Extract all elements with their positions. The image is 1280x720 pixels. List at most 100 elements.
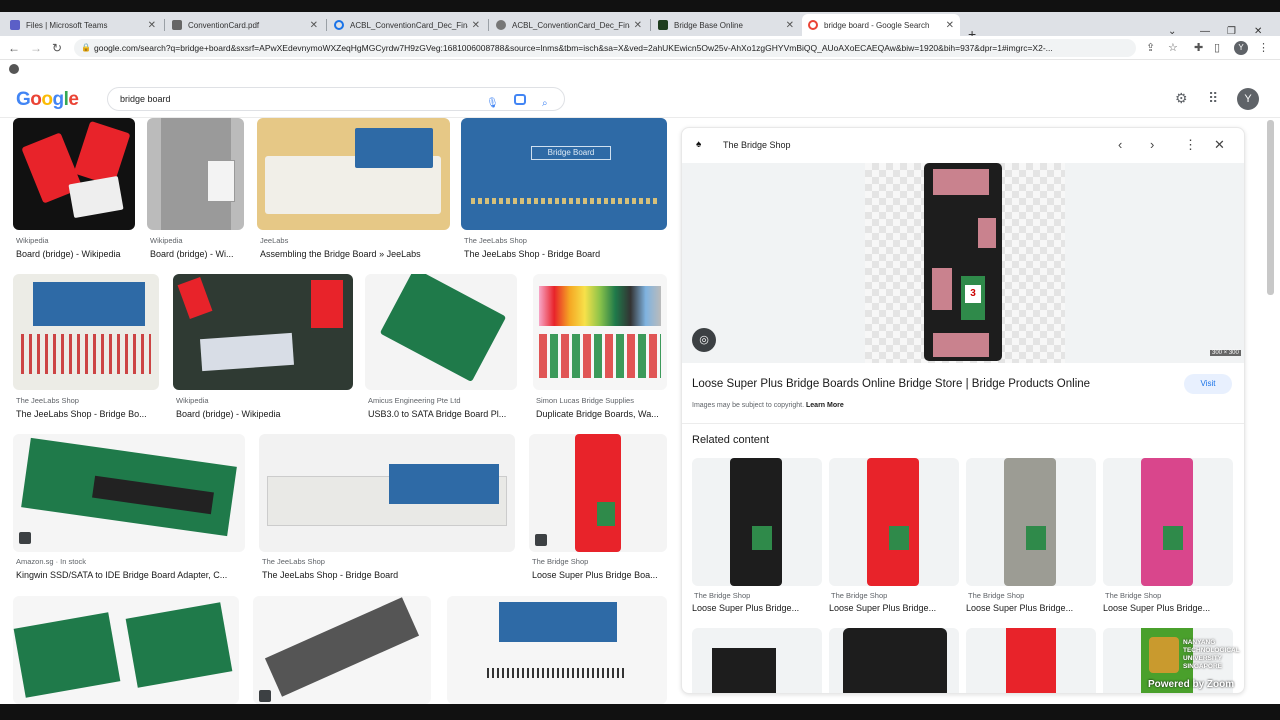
result-card[interactable]: [447, 596, 667, 704]
result-thumbnail[interactable]: [253, 596, 431, 704]
tab-teams[interactable]: Files | Microsoft Teams ✕: [4, 14, 162, 36]
result-thumbnail[interactable]: [447, 596, 667, 704]
close-icon[interactable]: ✕: [310, 20, 318, 31]
result-thumbnail[interactable]: [533, 274, 667, 390]
result-thumbnail[interactable]: [13, 596, 239, 704]
star-icon[interactable]: ☆: [1168, 41, 1178, 54]
close-icon[interactable]: ✕: [786, 20, 794, 31]
result-title[interactable]: USB3.0 to SATA Bridge Board Pl...: [368, 409, 516, 419]
result-title[interactable]: Assembling the Bridge Board » JeeLabs: [260, 249, 450, 259]
result-thumbnail[interactable]: [13, 274, 159, 390]
close-icon[interactable]: ✕: [1214, 137, 1225, 153]
result-thumbnail[interactable]: [13, 118, 135, 230]
result-card[interactable]: The JeeLabs Shop The JeeLabs Shop - Brid…: [259, 434, 515, 584]
related-thumbnail[interactable]: [829, 458, 959, 586]
related-thumbnail[interactable]: [692, 628, 822, 693]
menu-dots-icon[interactable]: ⋮: [1258, 41, 1269, 54]
tab-separator: [164, 19, 165, 31]
related-title[interactable]: Loose Super Plus Bridge...: [692, 603, 799, 613]
result-card[interactable]: Wikipedia Board (bridge) - Wi...: [147, 118, 244, 263]
panel-source[interactable]: The Bridge Shop: [723, 140, 791, 150]
result-thumbnail[interactable]: [147, 118, 244, 230]
next-arrow-icon[interactable]: ›: [1150, 137, 1154, 152]
result-title[interactable]: Duplicate Bridge Boards, Wa...: [536, 409, 666, 419]
result-title[interactable]: Loose Super Plus Bridge Boa...: [532, 570, 666, 580]
forward-arrow-icon[interactable]: →: [30, 41, 42, 55]
close-icon[interactable]: ✕: [472, 20, 480, 31]
previous-arrow-icon[interactable]: ‹: [1118, 137, 1122, 152]
tab-convention-card-2[interactable]: ACBL_ConventionCard_Dec_Final ✕: [490, 14, 648, 36]
profile-avatar[interactable]: Y: [1234, 41, 1248, 55]
tab-pdf[interactable]: ConventionCard.pdf ✕: [166, 14, 324, 36]
apps-grid-icon[interactable]: ⠿: [1208, 90, 1218, 107]
related-title[interactable]: Loose Super Plus Bridge...: [1103, 603, 1210, 613]
related-title[interactable]: Loose Super Plus Bridge...: [966, 603, 1073, 613]
result-thumbnail[interactable]: Bridge Board: [461, 118, 667, 230]
result-thumbnail[interactable]: [13, 434, 245, 552]
tab-bbo[interactable]: Bridge Base Online ✕: [652, 14, 800, 36]
google-logo[interactable]: Google: [16, 89, 79, 111]
related-thumbnail[interactable]: [966, 628, 1096, 693]
search-input[interactable]: bridge board 🎙 ⌕: [107, 87, 565, 111]
bookmark-bar: [0, 60, 1280, 80]
settings-gear-icon[interactable]: ⚙: [1175, 90, 1188, 107]
side-panel-icon[interactable]: ▯: [1214, 41, 1220, 54]
share-icon[interactable]: ⇪: [1146, 41, 1155, 54]
tab-google-search[interactable]: bridge board - Google Search ✕: [802, 14, 960, 36]
globe-icon[interactable]: [9, 64, 19, 74]
result-card[interactable]: Amazon.sg · In stock Kingwin SSD/SATA to…: [13, 434, 245, 584]
result-title[interactable]: Board (bridge) - Wikipedia: [16, 249, 146, 259]
result-card[interactable]: Wikipedia Board (bridge) - Wikipedia: [173, 274, 353, 422]
result-title[interactable]: Board (bridge) - Wi...: [150, 249, 244, 259]
url-field[interactable]: 🔒 google.com/search?q=bridge+board&sxsrf…: [74, 39, 1136, 57]
result-title[interactable]: Board (bridge) - Wikipedia: [176, 409, 352, 419]
result-card[interactable]: The JeeLabs Shop The JeeLabs Shop - Brid…: [13, 274, 159, 422]
close-icon[interactable]: ✕: [634, 20, 642, 31]
result-card[interactable]: The Bridge Shop Loose Super Plus Bridge …: [529, 434, 667, 584]
related-thumbnail[interactable]: [1103, 458, 1233, 586]
result-source: JeeLabs: [260, 236, 289, 245]
result-title[interactable]: The JeeLabs Shop - Bridge Bo...: [16, 409, 159, 419]
extensions-icon[interactable]: ✚: [1194, 41, 1203, 54]
visit-button[interactable]: Visit: [1184, 374, 1232, 394]
reload-icon[interactable]: ↻: [52, 41, 62, 55]
scrollbar-thumb[interactable]: [1267, 120, 1274, 295]
camera-lens-icon[interactable]: [514, 94, 526, 105]
result-card[interactable]: Simon Lucas Bridge Supplies Duplicate Br…: [533, 274, 667, 422]
preview-image[interactable]: 3 ◎ 300 × 300: [682, 163, 1244, 363]
result-thumbnail[interactable]: [529, 434, 667, 552]
zoom-watermark: Powered by Zoom: [1148, 679, 1235, 690]
result-title[interactable]: Kingwin SSD/SATA to IDE Bridge Board Ada…: [16, 570, 244, 580]
result-thumbnail[interactable]: [259, 434, 515, 552]
result-title[interactable]: The JeeLabs Shop - Bridge Board: [262, 570, 514, 580]
learn-more-link[interactable]: Learn More: [806, 402, 844, 409]
result-source: Wikipedia: [176, 396, 209, 405]
lens-search-icon[interactable]: ◎: [692, 328, 716, 352]
result-card[interactable]: Amicus Engineering Pte Ltd USB3.0 to SAT…: [365, 274, 517, 422]
result-card[interactable]: [253, 596, 431, 704]
tab-separator: [488, 19, 489, 31]
result-card[interactable]: Wikipedia Board (bridge) - Wikipedia: [13, 118, 135, 263]
more-options-icon[interactable]: ⋮: [1184, 137, 1197, 153]
result-thumbnail[interactable]: [365, 274, 517, 390]
account-avatar[interactable]: Y: [1237, 88, 1259, 110]
result-title[interactable]: The JeeLabs Shop - Bridge Board: [464, 249, 664, 259]
tab-convention-card-1[interactable]: ACBL_ConventionCard_Dec_Final ✕: [328, 14, 486, 36]
panel-title[interactable]: Loose Super Plus Bridge Boards Online Br…: [692, 378, 1090, 390]
microphone-icon[interactable]: 🎙: [486, 93, 499, 115]
search-icon[interactable]: ⌕: [542, 93, 548, 115]
related-thumbnail[interactable]: [692, 458, 822, 586]
result-card[interactable]: JeeLabs Assembling the Bridge Board » Je…: [257, 118, 450, 263]
related-thumbnail[interactable]: [966, 458, 1096, 586]
result-card[interactable]: Bridge Board The JeeLabs Shop The JeeLab…: [461, 118, 667, 263]
close-icon[interactable]: ✕: [946, 20, 954, 31]
related-title[interactable]: Loose Super Plus Bridge...: [829, 603, 936, 613]
result-thumbnail[interactable]: [173, 274, 353, 390]
result-thumbnail[interactable]: [257, 118, 450, 230]
related-thumbnail[interactable]: [829, 628, 959, 693]
back-arrow-icon[interactable]: ←: [8, 41, 20, 55]
result-card[interactable]: [13, 596, 239, 704]
image-preview-panel: ♠ The Bridge Shop ‹ › ⋮ ✕ 3 ◎ 300 × 300 …: [681, 127, 1245, 694]
related-source: The Bridge Shop: [831, 591, 888, 600]
close-icon[interactable]: ✕: [148, 20, 156, 31]
